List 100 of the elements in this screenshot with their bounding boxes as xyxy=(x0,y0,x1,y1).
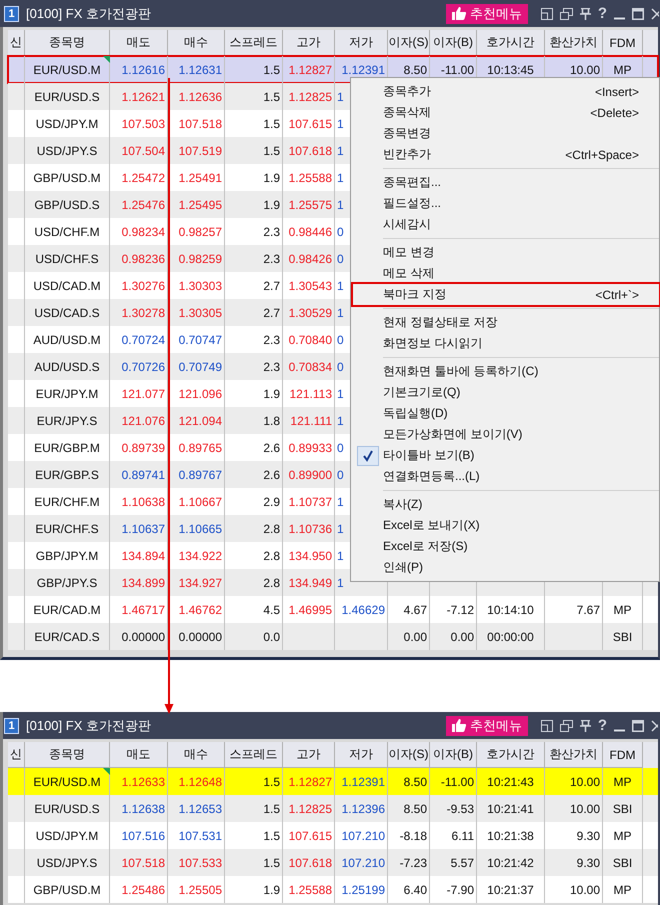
table-cell: 1 xyxy=(337,414,344,428)
table-cell: 1 xyxy=(337,170,344,184)
table-cell: 0 xyxy=(337,332,344,346)
table-cell: 10:21:37 xyxy=(487,882,534,896)
table-cell: 0 xyxy=(337,440,344,454)
table-cell: 121.113 xyxy=(290,386,332,400)
table-cell: EUR/USD.M xyxy=(33,62,101,76)
table-cell: 10:21:43 xyxy=(487,774,534,788)
table-cell: USD/JPY.S xyxy=(36,144,98,158)
table-cell: 0 xyxy=(337,252,344,266)
table-cell: 1 xyxy=(337,522,344,536)
table-cell: 1 xyxy=(337,90,344,104)
table-cell: 10:21:42 xyxy=(487,856,534,870)
table-cell: 10:21:41 xyxy=(487,802,534,816)
table-cell: MP xyxy=(614,602,632,616)
table-cell: EUR/CAD.S xyxy=(34,630,100,644)
table-cell: USD/CHF.M xyxy=(34,224,100,238)
table-cell: 1.5 xyxy=(263,802,280,816)
table-cell: -7.90 xyxy=(446,882,474,896)
table-cell: 1.30303 xyxy=(178,278,222,292)
table-cell: MP xyxy=(614,882,632,896)
table-cell: 1.30276 xyxy=(122,278,165,292)
table-cell: SBI xyxy=(612,630,632,644)
table-cell: 8.50 xyxy=(404,802,427,816)
table-cell: 2.8 xyxy=(263,548,280,562)
table-cell: 1.10665 xyxy=(178,522,222,536)
table-cell: EUR/USD.M xyxy=(33,774,101,788)
table-cell: 2.3 xyxy=(263,224,280,238)
table-cell: 1 xyxy=(337,278,344,292)
table-cell: EUR/CHF.S xyxy=(35,522,99,536)
table-cell: 1.8 xyxy=(263,414,280,428)
table-cell: MP xyxy=(614,774,632,788)
table-cell: 10:14:10 xyxy=(487,602,534,616)
table-cell: 2.8 xyxy=(263,576,280,590)
table-cell: SBI xyxy=(612,802,632,816)
table-cell: 8.50 xyxy=(404,62,427,76)
table-cell: -7.23 xyxy=(400,856,427,870)
table-cell: 0.98259 xyxy=(178,252,222,266)
table-cell: 0.70834 xyxy=(288,360,332,374)
table-cell: 1.12648 xyxy=(178,774,222,788)
table-cell: 6.40 xyxy=(404,882,427,896)
table-cell: EUR/CAD.M xyxy=(33,602,101,616)
table-cell: 0.89739 xyxy=(122,440,165,454)
table-cell: 0.98234 xyxy=(122,224,165,238)
table-cell: 1.5 xyxy=(263,144,280,158)
table-cell: 2.3 xyxy=(263,360,280,374)
table-cell: 10.00 xyxy=(570,802,600,816)
table-cell: EUR/GBP.S xyxy=(35,468,99,482)
table-cell: 1.12825 xyxy=(288,90,332,104)
table-cell: 4.5 xyxy=(263,602,280,616)
table-cell: 134.899 xyxy=(122,576,165,590)
table-cell: 121.076 xyxy=(122,414,165,428)
table-cell: 0.89741 xyxy=(122,468,165,482)
table-cell: 1.46629 xyxy=(342,602,385,616)
menu-item-label: 시세감시 xyxy=(383,216,432,233)
table-cell: 1.10667 xyxy=(178,494,222,508)
table-cell: 134.927 xyxy=(178,576,222,590)
table-cell: 1.25486 xyxy=(122,882,165,896)
table-cell: 1 xyxy=(337,494,344,508)
table-cell: EUR/USD.S xyxy=(34,802,100,816)
table-cell: -9.53 xyxy=(446,802,474,816)
menu-item-label: 기본크기로(Q) xyxy=(383,384,462,401)
table-cell: 1 xyxy=(337,386,344,400)
table-cell: 1.5 xyxy=(263,774,280,788)
table-cell: 1.10737 xyxy=(288,494,332,508)
table-cell: 134.949 xyxy=(288,576,332,590)
table-cell: 2.9 xyxy=(263,494,280,508)
table-cell: 0.70724 xyxy=(122,332,165,346)
table-cell: 0.98426 xyxy=(288,252,332,266)
screen-number-badge: 1 xyxy=(4,718,19,734)
table-cell: 1.25476 xyxy=(122,198,165,212)
table-cell: USD/CAD.M xyxy=(33,278,101,292)
table-cell: GBP/JPY.S xyxy=(36,576,98,590)
menu-item-label: Excel로 보내기(X) xyxy=(383,517,481,534)
table-cell: USD/JPY.M xyxy=(36,116,98,130)
table-cell: 1 xyxy=(337,198,344,212)
table-cell: 1.12391 xyxy=(342,774,385,788)
table-cell: 2.6 xyxy=(263,440,280,454)
table-cell: 0.98257 xyxy=(178,224,222,238)
window-title: [0100] FX 호가전광판 xyxy=(26,716,151,734)
table-cell: 107.533 xyxy=(178,856,222,870)
menu-item-label: 빈칸추가 xyxy=(383,146,432,163)
table-cell: 1.5 xyxy=(263,116,280,130)
table-cell: 107.618 xyxy=(288,856,332,870)
table-cell: 0.89765 xyxy=(178,440,222,454)
table-cell: 1.9 xyxy=(263,198,280,212)
table-cell: 1.12638 xyxy=(122,802,165,816)
menu-item-label: 필드설정... xyxy=(383,195,442,212)
table-cell: 10.00 xyxy=(570,62,600,76)
table-cell: 1.30529 xyxy=(288,306,332,320)
table-cell: 107.504 xyxy=(122,144,165,158)
table-cell: 2.3 xyxy=(263,332,280,346)
table-cell: 107.615 xyxy=(288,828,332,842)
table-cell: 1.5 xyxy=(263,856,280,870)
menu-item-label: 종목편집... xyxy=(383,174,442,191)
menu-item-label: 메모 변경 xyxy=(383,244,436,261)
table-cell: 1.46762 xyxy=(178,602,222,616)
table-cell: 4.67 xyxy=(404,602,427,616)
table-cell: 2.6 xyxy=(263,468,280,482)
menu-item-label: 종목추가 xyxy=(383,83,432,100)
